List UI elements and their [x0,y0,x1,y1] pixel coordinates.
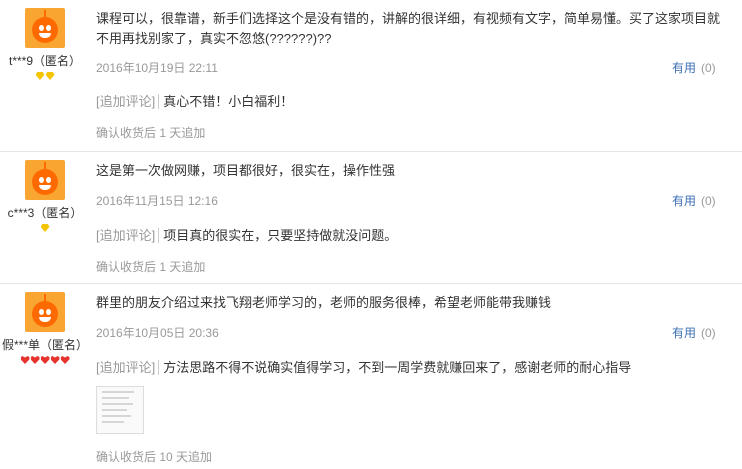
useful-label[interactable]: 有用 [672,194,696,208]
useful-label[interactable]: 有用 [672,326,696,340]
followup-text: 项目真的很实在，只要坚持做就没问题。 [163,228,398,243]
review-date: 2016年10月19日 22:11 [96,61,218,75]
followup-text: 真心不错！小白福利！ [163,94,294,109]
followup-tag: [追加评论] [96,360,160,375]
heart-icon [50,356,60,364]
avatar[interactable] [25,292,65,332]
useful-button[interactable]: 有用 (0) [672,192,716,209]
review-text: 这是第一次做网赚，项目都很好，很实在，操作性强 [96,163,396,178]
diamond-icon [45,72,55,80]
heart-icon [60,356,70,364]
heart-icon [20,356,30,364]
reviewer-info: 假***单（匿名） [0,292,91,366]
diamond-icon [40,224,50,232]
review-date: 2016年10月05日 20:36 [96,326,219,340]
reviewer-name: t***9（匿名） [8,54,82,68]
heart-icon [40,356,50,364]
useful-button[interactable]: 有用 (0) [672,324,716,341]
avatar[interactable] [25,8,65,48]
reputation-badges [0,356,91,366]
diamond-icon [35,72,45,80]
followup-tag: [追加评论] [96,228,160,243]
useful-button[interactable]: 有用 (0) [672,59,716,76]
followup-text: 方法思路不得不说确实值得学习，不到一周学费就赚回来了，感谢老师的耐心指导 [163,360,632,375]
review-text: 群里的朋友介绍过来找飞翔老师学习的，老师的服务很棒，希望老师能带我赚钱 [96,295,552,310]
followup-time: 确认收货后 1 天追加 [96,260,206,274]
useful-label[interactable]: 有用 [672,61,696,75]
reputation-badges [0,72,91,82]
useful-count: (0) [701,326,716,340]
review-item: 假***单（匿名） 群里的朋友介绍过来找飞翔老师学习的，老师的服务很棒，希望老师… [0,284,742,469]
useful-count: (0) [701,61,716,75]
followup-time: 确认收货后 1 天追加 [96,126,206,140]
followup-time: 确认收货后 10 天追加 [96,450,213,464]
reviewer-name: 假***单（匿名） [1,338,88,352]
review-date: 2016年11月15日 12:16 [96,194,218,208]
reviewer-info: c***3（匿名） [0,160,91,234]
reputation-badges [0,224,91,234]
reviewer-name: c***3（匿名） [7,206,83,220]
review-item: c***3（匿名） 这是第一次做网赚，项目都很好，很实在，操作性强 2016年1… [0,152,742,282]
reviewer-info: t***9（匿名） [0,8,91,82]
review-text: 课程可以，很靠谱，新手们选择这个是没有错的，讲解的很详细，有视频有文字，简单易懂… [96,11,721,46]
useful-count: (0) [701,194,716,208]
review-photo-thumbnail[interactable] [96,386,144,434]
avatar[interactable] [25,160,65,200]
heart-icon [30,356,40,364]
followup-tag: [追加评论] [96,94,160,109]
review-item: t***9（匿名） 课程可以，很靠谱，新手们选择这个是没有错的，讲解的很详细，有… [0,0,742,151]
